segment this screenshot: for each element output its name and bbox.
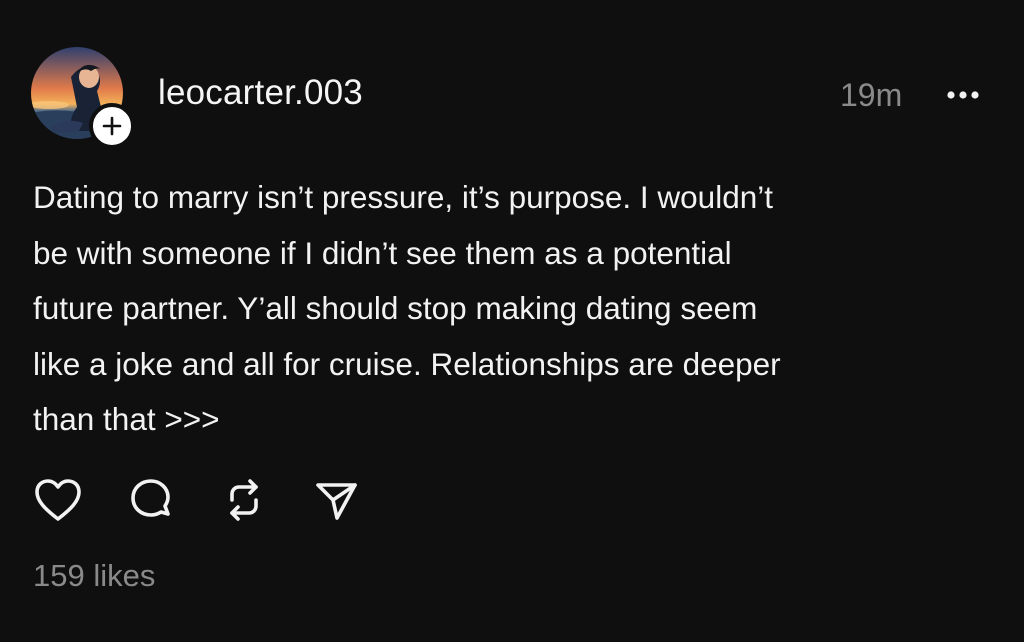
post: leocarter.003 19m Dating to marry isn’t … <box>0 0 1024 642</box>
heart-icon <box>35 479 81 521</box>
comment-button[interactable] <box>126 475 176 525</box>
follow-button[interactable] <box>89 103 135 149</box>
comment-icon <box>131 479 170 517</box>
more-options-button[interactable] <box>940 80 986 110</box>
avatar-container <box>31 47 135 149</box>
likes-count[interactable]: 159 likes <box>33 555 155 597</box>
send-icon <box>316 483 357 520</box>
username[interactable]: leocarter.003 <box>158 71 363 115</box>
post-timestamp: 19m <box>840 77 903 113</box>
repost-button[interactable] <box>219 475 269 525</box>
action-bar <box>33 474 405 526</box>
post-text: Dating to marry isn’t pressure, it’s pur… <box>33 179 781 437</box>
repost-icon <box>230 479 258 521</box>
like-button[interactable] <box>33 475 83 525</box>
plus-icon <box>102 116 122 136</box>
more-horizontal-icon <box>947 91 979 99</box>
share-button[interactable] <box>312 475 362 525</box>
